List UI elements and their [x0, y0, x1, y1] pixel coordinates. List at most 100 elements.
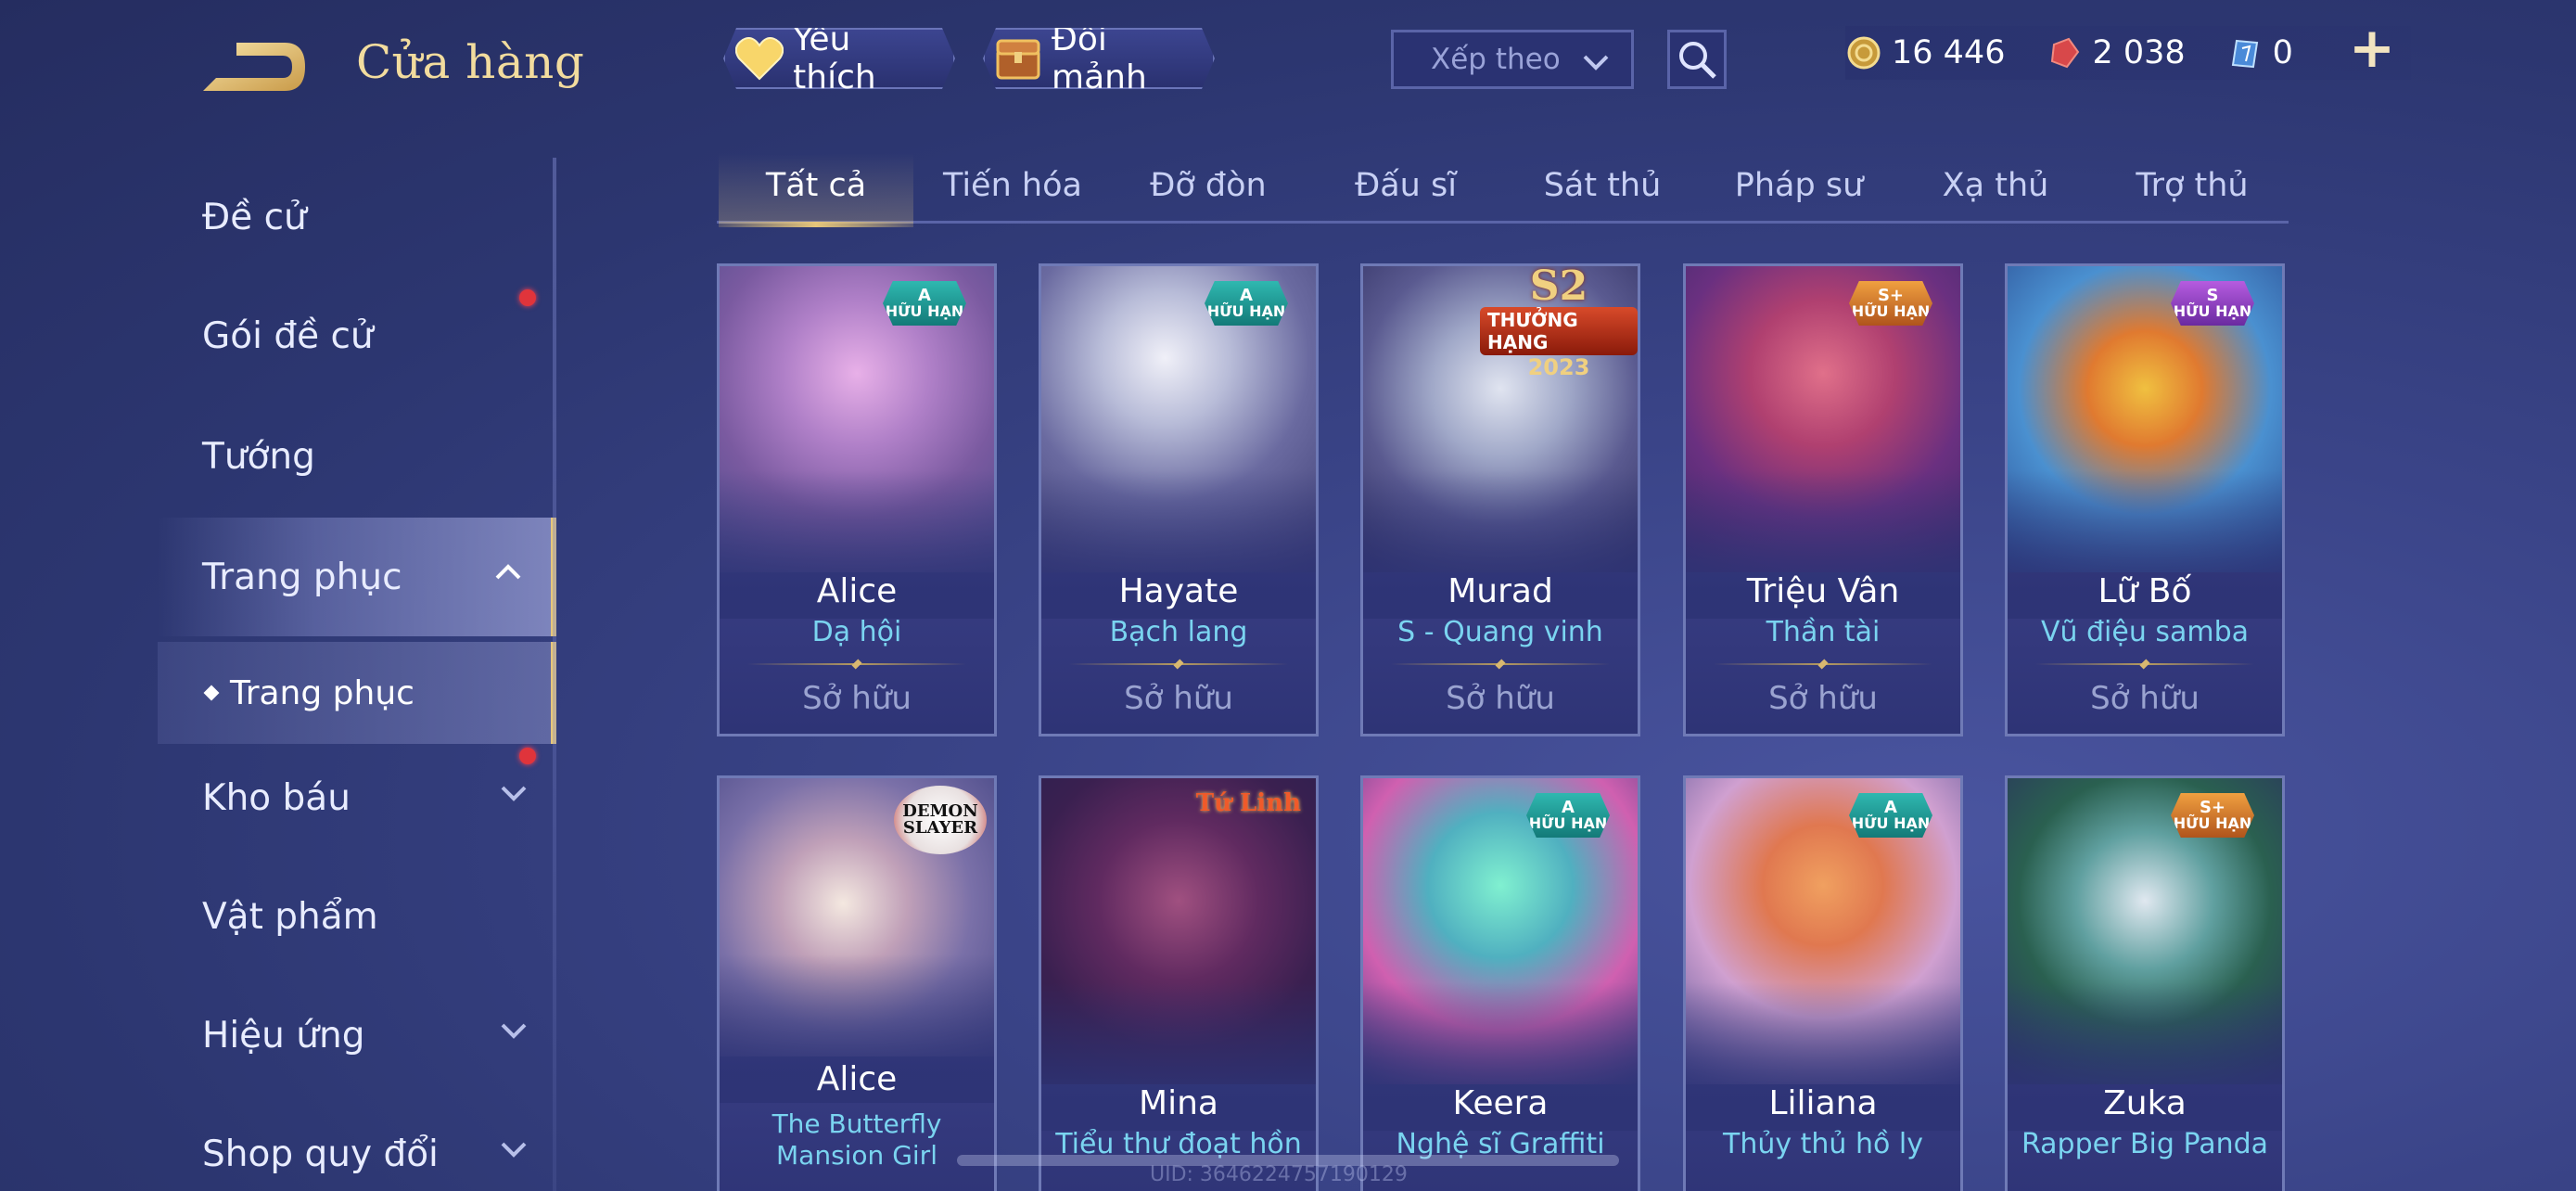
skin-card[interactable]: S+ HỮU HẠN Zuka Rapper Big Panda — [2005, 775, 2285, 1191]
sidebar-subitem-skins[interactable]: Trang phục — [158, 642, 556, 744]
gem-amount: 2 038 — [2092, 34, 2186, 71]
sidebar-item-effects[interactable]: Hiệu ứng — [0, 976, 556, 1095]
diamond-bullet-icon — [203, 685, 220, 701]
favorite-label: Yêu thích — [793, 20, 876, 96]
sort-dropdown[interactable]: Xếp theo — [1391, 30, 1634, 89]
skin-name: Bạch lang — [1109, 616, 1248, 648]
category-tabs: Tất cả Tiến hóa Đỡ đòn Đấu sĩ Sát thủ Ph… — [717, 153, 2289, 227]
tab-tank[interactable]: Đỡ đòn — [1111, 153, 1306, 224]
chevron-down-icon — [497, 1133, 530, 1175]
home-indicator[interactable] — [957, 1155, 1619, 1166]
currency-bar: 16 446 2 038 0 — [1845, 26, 2411, 80]
collab-badge: DEMON SLAYER — [894, 786, 987, 854]
season-rank-badge: S2 THƯỞNG HẠNG 2023 — [1480, 266, 1638, 379]
hero-name: Alice — [816, 572, 898, 610]
gold-amount: 16 446 — [1892, 34, 2006, 71]
sidebar-item-label: Shop quy đổi — [202, 1133, 439, 1175]
skin-card[interactable]: S HỮU HẠN Lữ Bố Vũ điệu samba Sở hữu — [2005, 263, 2285, 736]
chest-icon — [994, 32, 1042, 84]
shop-screen: Cửa hàng Yêu thích Đổi mảnh Xếp theo 16 … — [0, 0, 2576, 1191]
skin-card[interactable]: S+ HỮU HẠN Triệu Vân Thần tài Sở hữu — [1683, 263, 1963, 736]
tab-mage[interactable]: Pháp sư — [1702, 153, 1896, 224]
hero-name: Keera — [1452, 1084, 1549, 1122]
search-icon — [1679, 42, 1716, 79]
sidebar-item-items[interactable]: Vật phẩm — [0, 857, 556, 976]
skin-card[interactable]: DEMON SLAYER Alice The Butterfly Mansion… — [717, 775, 997, 1191]
tab-evolution[interactable]: Tiến hóa — [915, 153, 1110, 224]
sidebar-subitem-label: Trang phục — [230, 673, 414, 712]
hero-name: Liliana — [1768, 1084, 1878, 1122]
skin-name: Dạ hội — [811, 616, 902, 648]
sidebar-item-label: Tướng — [202, 435, 315, 478]
sidebar-item-label: Kho báu — [202, 776, 351, 819]
sidebar-item-label: Vật phẩm — [202, 895, 378, 938]
voucher-balance: 0 — [2226, 34, 2293, 71]
tab-all[interactable]: Tất cả — [719, 153, 913, 227]
skin-name: Thần tài — [1766, 616, 1881, 648]
divider — [1069, 663, 1288, 665]
sidebar-item-exchange-shop[interactable]: Shop quy đổi — [0, 1095, 556, 1191]
gold-balance: 16 446 — [1845, 34, 2005, 71]
skin-card[interactable]: A HỮU HẠN Hayate Bạch lang Sở hữu — [1039, 263, 1319, 736]
chevron-down-icon — [497, 1014, 530, 1057]
hero-name: Alice — [816, 1060, 898, 1098]
favorite-button[interactable]: Yêu thích — [723, 28, 955, 89]
sidebar-item-recommended[interactable]: Đề cử — [0, 158, 556, 276]
tab-support[interactable]: Trợ thủ — [2095, 153, 2289, 224]
limited-badge: S+ HỮU HẠN — [1849, 281, 1932, 326]
voucher-amount: 0 — [2272, 34, 2293, 71]
sidebar-item-label: Trang phục — [202, 556, 402, 598]
sidebar-item-skins[interactable]: Trang phục — [158, 518, 556, 636]
divider — [2035, 663, 2254, 665]
limited-badge: A HỮU HẠN — [1205, 281, 1288, 326]
sidebar-item-treasure[interactable]: Kho báu — [0, 738, 556, 857]
skin-name: Rapper Big Panda — [2021, 1128, 2269, 1160]
sidebar-item-bundles[interactable]: Gói đề cử — [0, 276, 556, 395]
skin-card[interactable]: Tứ Linh Mina Tiểu thư đoạt hồn — [1039, 775, 1319, 1191]
skin-card[interactable]: A HỮU HẠN Liliana Thủy thủ hồ ly — [1683, 775, 1963, 1191]
hero-name: Mina — [1139, 1084, 1218, 1122]
sort-label: Xếp theo — [1431, 43, 1561, 76]
sidebar-item-label: Đề cử — [202, 196, 307, 238]
chevron-down-icon — [1579, 45, 1613, 86]
add-currency-button[interactable]: + — [2346, 20, 2398, 76]
owned-status: Sở hữu — [1768, 680, 1878, 717]
sidebar: Đề cử Gói đề cử Tướng Trang phục Trang p… — [0, 158, 556, 1191]
sidebar-item-heroes[interactable]: Tướng — [0, 397, 556, 516]
limited-badge: S HỮU HẠN — [2171, 281, 2254, 326]
tab-marksman[interactable]: Xạ thủ — [1898, 153, 2093, 224]
tab-fighter[interactable]: Đấu sĩ — [1308, 153, 1503, 224]
hero-name: Triệu Vân — [1746, 572, 1900, 610]
chevron-up-icon — [491, 556, 525, 598]
owned-status: Sở hữu — [1124, 680, 1233, 717]
notification-dot — [519, 289, 536, 306]
skin-card[interactable]: A HỮU HẠN Alice Dạ hội Sở hữu — [717, 263, 997, 736]
search-button[interactable] — [1667, 30, 1727, 89]
gem-balance: 2 038 — [2046, 34, 2186, 71]
divider — [1714, 663, 1932, 665]
ruby-icon — [2046, 34, 2083, 71]
limited-badge: A HỮU HẠN — [883, 281, 966, 326]
owned-status: Sở hữu — [2090, 680, 2200, 717]
owned-status: Sở hữu — [1446, 680, 1555, 717]
skin-name: Thủy thủ hồ ly — [1723, 1128, 1923, 1160]
hero-name: Zuka — [2103, 1084, 2187, 1122]
tab-assassin[interactable]: Sát thủ — [1505, 153, 1700, 224]
sidebar-item-label: Gói đề cử — [202, 314, 374, 357]
hero-name: Lữ Bố — [2098, 572, 2192, 610]
hero-name: Murad — [1447, 572, 1553, 610]
owned-status: Sở hữu — [802, 680, 912, 717]
user-id-watermark: UID: 3646224757190129 — [1150, 1163, 1408, 1186]
fragment-exchange-button[interactable]: Đổi mảnh — [983, 28, 1215, 89]
divider — [1391, 663, 1610, 665]
skin-card[interactable]: A HỮU HẠN Keera Nghệ sĩ Graffiti — [1360, 775, 1640, 1191]
chevron-down-icon — [497, 776, 530, 819]
limited-badge: A HỮU HẠN — [1849, 793, 1932, 838]
limited-badge: A HỮU HẠN — [1526, 793, 1610, 838]
divider — [747, 663, 966, 665]
plus-icon: + — [2348, 16, 2396, 81]
skin-name: S - Quang vinh — [1397, 616, 1603, 648]
limited-badge: S+ HỮU HẠN — [2171, 793, 2254, 838]
skin-card[interactable]: S2 THƯỞNG HẠNG 2023 Murad S - Quang vinh… — [1360, 263, 1640, 736]
back-button[interactable] — [199, 35, 311, 98]
